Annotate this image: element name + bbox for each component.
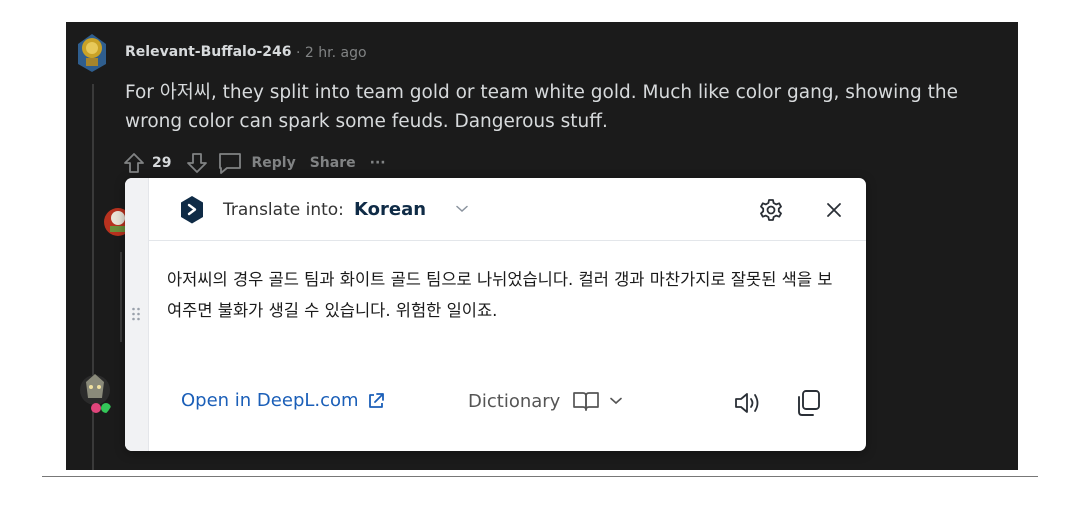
downvote-button[interactable] (185, 151, 209, 175)
more-options-button[interactable]: ··· (370, 155, 386, 171)
upvote-button[interactable]: 29 (122, 151, 177, 175)
page-divider (42, 476, 1038, 477)
thread-line[interactable] (120, 252, 122, 342)
deepl-translation-popup: Translate into: Korean 아저씨의 경우 골드 팀과 화이트… (125, 178, 866, 451)
translate-into-label: Translate into: (223, 200, 344, 220)
close-icon[interactable] (825, 201, 843, 219)
drag-handle-icon[interactable] (131, 306, 141, 322)
upvote-arrow-icon (124, 153, 144, 173)
downvote-arrow-icon (187, 153, 208, 173)
popup-header: Translate into: Korean (149, 178, 866, 241)
reply-label: Reply (251, 155, 296, 171)
external-link-icon (368, 392, 384, 408)
reply-button[interactable]: Reply (217, 151, 296, 175)
open-in-deepl-label: Open in DeepL.com (181, 390, 359, 411)
chevron-down-icon (610, 397, 623, 405)
chevron-down-icon[interactable] (456, 205, 468, 213)
copy-icon[interactable] (793, 388, 823, 418)
target-language-select[interactable]: Korean (354, 199, 426, 220)
drag-strip[interactable] (125, 178, 149, 451)
user-avatar[interactable] (76, 368, 114, 418)
book-icon (573, 392, 600, 411)
vote-count: 29 (152, 155, 172, 171)
translation-output: 아저씨의 경우 골드 팀과 화이트 골드 팀으로 나뉘었습니다. 컬러 갱과 마… (167, 270, 833, 320)
gear-icon[interactable] (759, 198, 783, 222)
user-avatar[interactable] (74, 30, 110, 74)
comment-bubble-icon (219, 153, 242, 174)
dictionary-label: Dictionary (468, 390, 561, 412)
comment-timestamp: · 2 hr. ago (296, 45, 367, 61)
speaker-icon[interactable] (733, 390, 763, 416)
comment-body: For 아저씨, they split into team gold or te… (125, 82, 958, 132)
share-label: Share (309, 155, 356, 171)
comment-action-bar: 29 Reply Share ··· (122, 150, 394, 176)
deepl-logo-icon (181, 196, 203, 224)
share-button[interactable]: Share (310, 155, 356, 171)
open-in-deepl-link[interactable]: Open in DeepL.com (181, 390, 385, 411)
dictionary-button[interactable]: Dictionary (468, 390, 623, 412)
comment-author[interactable]: Relevant-Buffalo-246 (125, 44, 292, 60)
more-label: ··· (369, 155, 386, 171)
